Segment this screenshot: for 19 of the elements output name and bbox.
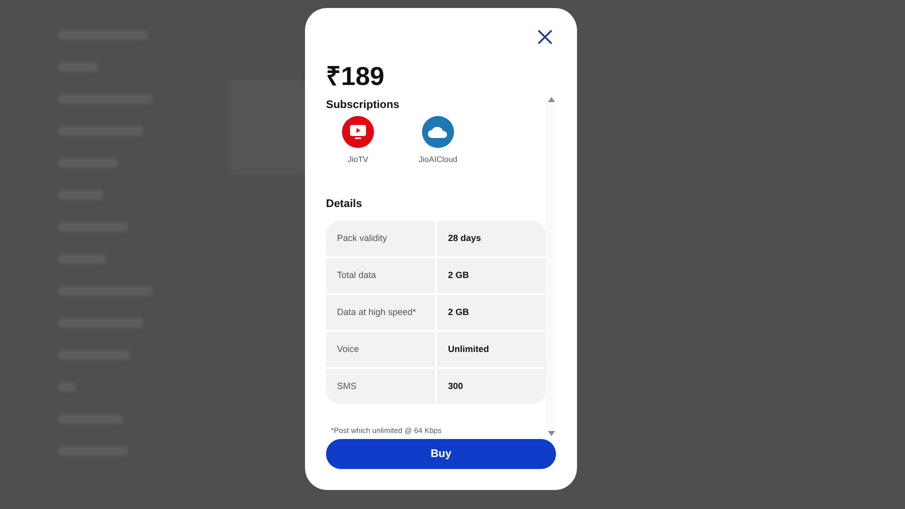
subscription-name: JioAICloud — [418, 154, 458, 166]
scroll-up-icon[interactable] — [548, 97, 554, 102]
buy-button[interactable]: Buy — [326, 439, 556, 469]
section-heading: Details — [326, 196, 364, 212]
subscription-name: JioTV — [348, 154, 368, 166]
detail-label: Data at high speed* — [326, 295, 435, 330]
detail-value: 2 GB — [437, 258, 546, 293]
detail-value: 28 days — [437, 221, 546, 256]
detail-value: Unlimited — [437, 332, 546, 367]
price-text: ₹189 — [326, 63, 386, 89]
detail-label: Pack validity — [326, 221, 435, 256]
detail-label: Voice — [326, 332, 435, 367]
detail-label: SMS — [326, 369, 435, 404]
close-icon — [538, 30, 552, 44]
detail-value: 300 — [437, 369, 546, 404]
detail-label: Total data — [326, 258, 435, 293]
detail-value: 2 GB — [437, 295, 546, 330]
scroll-down-icon[interactable] — [548, 431, 554, 436]
section-heading: Subscriptions — [326, 98, 400, 113]
